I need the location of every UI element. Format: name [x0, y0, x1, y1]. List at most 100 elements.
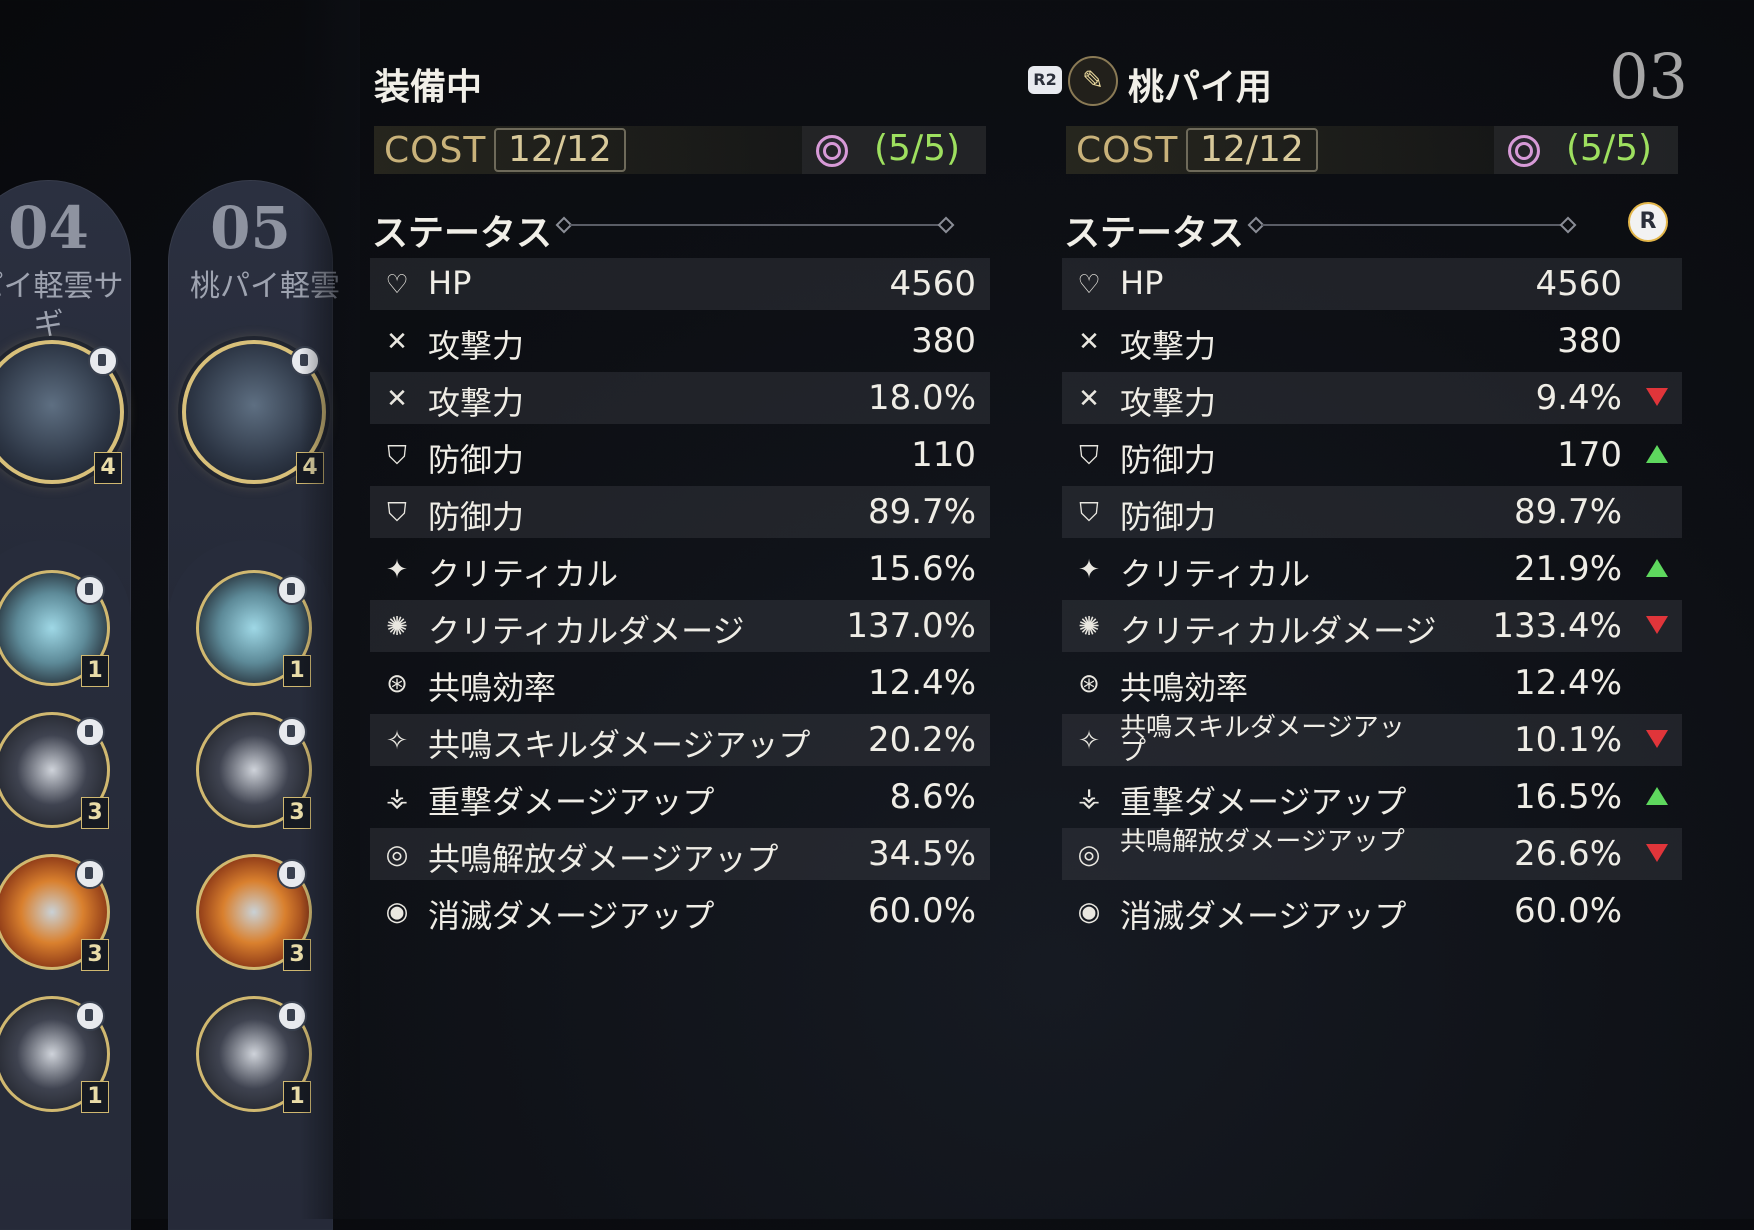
echo-avatar[interactable]: 1 — [196, 570, 312, 687]
stat-value: 60.0% — [867, 891, 976, 931]
stat-row: ⛉ 防御力 110 — [370, 427, 990, 484]
stat-value: 4560 — [889, 264, 976, 304]
divider-diamond-icon — [937, 216, 955, 234]
stat-label: 消滅ダメージアップ — [428, 897, 715, 935]
stat-value: 137.0% — [846, 606, 976, 646]
stat-row: ⛉ 防御力 89.7% — [1062, 484, 1682, 541]
stat-label: クリティカル — [428, 555, 619, 593]
preset-card-04[interactable]: 04 パイ軽雲サ ギ 4 1 3 3 1 — [0, 180, 131, 1230]
stat-label: クリティカルダメージ — [1120, 612, 1437, 650]
echo-avatar[interactable]: 1 — [0, 996, 110, 1113]
echo-cost: 3 — [81, 939, 109, 971]
sonata-indicator[interactable]: (5/5) — [1494, 126, 1678, 174]
defense-icon: ⛉ — [1079, 441, 1099, 471]
attack-icon: ✕ — [386, 327, 408, 357]
edit-name-icon[interactable]: ✎ — [1068, 56, 1118, 106]
stat-row: ✺ クリティカルダメージ 133.4% — [1062, 598, 1682, 655]
stat-label: 重撃ダメージアップ — [1120, 783, 1407, 821]
havoc-icon: ◉ — [1077, 897, 1101, 927]
skill-dmg-icon: ✧ — [386, 726, 408, 756]
stat-row: ✧ 共鳴スキルダメージアップ 20.2% — [370, 712, 990, 769]
echo-avatar[interactable]: 1 — [0, 570, 110, 687]
stat-row: ⛉ 防御力 89.7% — [370, 484, 990, 541]
stat-value: 12.4% — [1513, 663, 1622, 703]
stat-list: ♡ HP 4560 ✕ 攻撃力 380 ✕ 攻撃力 9.4% ⛉ 防御力 170 ⛉ 防御力 89.7% ✦ ク… — [1062, 256, 1682, 940]
echo-cost: 3 — [81, 797, 109, 829]
column-fade — [300, 0, 360, 1219]
crit-dmg-icon: ✺ — [1078, 612, 1100, 642]
stat-row: ✕ 攻撃力 9.4% — [1062, 370, 1682, 427]
echo-info-icon — [75, 859, 105, 889]
r2-button-icon[interactable]: R2 — [1028, 66, 1062, 94]
status-divider — [570, 224, 940, 226]
status-heading: ステータス — [1064, 213, 1245, 254]
energy-regen-icon: ⊛ — [386, 669, 408, 699]
stat-value: 60.0% — [1513, 891, 1622, 931]
decrease-arrow-icon — [1646, 388, 1668, 406]
stat-value: 12.4% — [867, 663, 976, 703]
stat-row: ⚶ 重撃ダメージアップ 16.5% — [1062, 769, 1682, 826]
echo-info-icon — [88, 346, 118, 376]
liberation-icon: ◎ — [385, 840, 409, 870]
stat-value: 15.6% — [867, 549, 976, 589]
sonata-icon — [1508, 135, 1540, 167]
stat-label: 攻撃力 — [1120, 384, 1217, 422]
stat-value: 170 — [1557, 435, 1622, 475]
stat-row: ◎ 共鳴解放ダメージアップ 34.5% — [370, 826, 990, 883]
stat-label: 共鳴解放ダメージアップ — [1120, 827, 1405, 857]
cost-label: COST — [1076, 130, 1179, 171]
stat-label: 消滅ダメージアップ — [1120, 897, 1407, 935]
havoc-icon: ◉ — [385, 897, 409, 927]
hp-icon: ♡ — [385, 270, 409, 300]
stat-value: 4560 — [1535, 264, 1622, 304]
cost-value: 12/12 — [1186, 128, 1318, 172]
echo-avatar[interactable]: 3 — [196, 712, 312, 829]
stat-row: ◎ 共鳴解放ダメージアップ 26.6% — [1062, 826, 1682, 883]
echo-list: 1 3 3 1 — [0, 540, 131, 1230]
stat-label: 防御力 — [1120, 498, 1217, 536]
preset-number: 04 — [8, 194, 89, 262]
stat-row: ⊛ 共鳴効率 12.4% — [370, 655, 990, 712]
sonata-count: (5/5) — [874, 128, 961, 169]
preset-title: 桃パイ用 — [1128, 67, 1273, 108]
status-heading: ステータス — [372, 213, 553, 254]
heavy-attack-icon: ⚶ — [1077, 783, 1101, 813]
echo-avatar[interactable]: 3 — [0, 712, 110, 829]
r-button-icon[interactable]: R — [1628, 202, 1668, 242]
stat-value: 380 — [911, 321, 976, 361]
stat-value: 18.0% — [867, 378, 976, 418]
stat-label: 攻撃力 — [1120, 327, 1217, 365]
cost-value: 12/12 — [494, 128, 626, 172]
echo-info-icon — [75, 1001, 105, 1031]
increase-arrow-icon — [1646, 445, 1668, 463]
increase-arrow-icon — [1646, 787, 1668, 805]
defense-icon: ⛉ — [1079, 498, 1099, 528]
stat-value: 9.4% — [1535, 378, 1622, 418]
main-echo-avatar[interactable]: 4 — [0, 340, 124, 484]
stat-row: ◉ 消滅ダメージアップ 60.0% — [370, 883, 990, 940]
stat-label: 攻撃力 — [428, 327, 525, 365]
stat-label: 防御力 — [428, 441, 525, 479]
stat-row: ✕ 攻撃力 380 — [1062, 313, 1682, 370]
status-divider — [1262, 224, 1562, 226]
equipped-title: 装備中 — [374, 67, 483, 108]
attack-icon: ✕ — [386, 384, 408, 414]
liberation-icon: ◎ — [1077, 840, 1101, 870]
crit-dmg-icon: ✺ — [386, 612, 408, 642]
attack-icon: ✕ — [1078, 327, 1100, 357]
stat-row: ✦ クリティカル 21.9% — [1062, 541, 1682, 598]
crit-icon: ✦ — [1078, 555, 1100, 585]
echo-avatar[interactable]: 3 — [0, 854, 110, 971]
stat-label: 防御力 — [1120, 441, 1217, 479]
stat-label: 共鳴効率 — [1120, 669, 1249, 707]
echo-avatar[interactable]: 3 — [196, 854, 312, 971]
stat-label: 共鳴スキルダメージアップ — [1120, 713, 1405, 767]
energy-regen-icon: ⊛ — [1078, 669, 1100, 699]
stat-label: 共鳴スキルダメージアップ — [428, 726, 811, 764]
stat-label: 防御力 — [428, 498, 525, 536]
echo-avatar[interactable]: 1 — [196, 996, 312, 1113]
stat-row: ✧ 共鳴スキルダメージアップ 10.1% — [1062, 712, 1682, 769]
stat-value: 380 — [1557, 321, 1622, 361]
cost-bar: COST 12/12 (5/5) — [374, 126, 986, 174]
sonata-indicator[interactable]: (5/5) — [802, 126, 986, 174]
